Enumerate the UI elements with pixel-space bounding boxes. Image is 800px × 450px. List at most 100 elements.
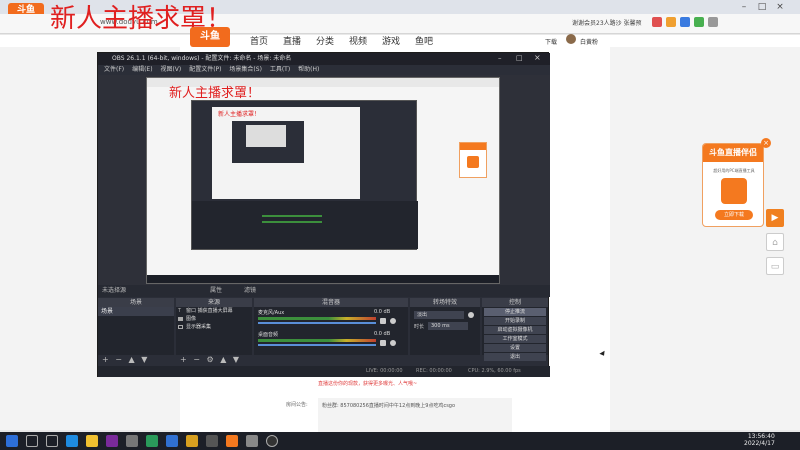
transition-settings-icon[interactable] bbox=[468, 312, 474, 318]
obs-window: OBS 26.1.1 (64-bit, windows) - 配置文件: 未命名… bbox=[97, 52, 550, 377]
nav-live[interactable]: 直播 bbox=[283, 34, 301, 47]
sources-dock-header: 来源 bbox=[176, 298, 252, 307]
app-icon[interactable] bbox=[186, 435, 198, 447]
play-icon[interactable]: ▶ bbox=[766, 209, 784, 227]
start-recording-button[interactable]: 开始录制 bbox=[484, 317, 546, 325]
obs-app-icon[interactable] bbox=[266, 435, 278, 447]
add-scene-icon[interactable]: + bbox=[102, 355, 109, 364]
nav-home[interactable]: 首页 bbox=[250, 34, 268, 47]
nav-category[interactable]: 分类 bbox=[316, 34, 334, 47]
move-down-icon[interactable]: ▼ bbox=[233, 355, 239, 364]
extension-icon[interactable] bbox=[652, 17, 662, 27]
duration-label: 时长 bbox=[414, 324, 425, 330]
move-up-icon[interactable]: ▲ bbox=[220, 355, 226, 364]
app-icon[interactable] bbox=[106, 435, 118, 447]
mic-volume-slider[interactable] bbox=[258, 322, 376, 324]
remove-scene-icon[interactable]: − bbox=[115, 355, 122, 364]
remove-source-icon[interactable]: − bbox=[193, 355, 200, 364]
obs-close-icon[interactable]: × bbox=[534, 53, 541, 62]
menu-tools[interactable]: 工具(T) bbox=[270, 66, 290, 73]
source-item[interactable]: 图像 bbox=[176, 315, 252, 323]
desktop-volume-slider[interactable] bbox=[258, 344, 376, 346]
scenes-dock-header: 场景 bbox=[98, 298, 174, 307]
source-item[interactable]: 显示器采集 bbox=[176, 323, 252, 331]
extension-icon[interactable] bbox=[666, 17, 676, 27]
douyu-app-icon[interactable] bbox=[226, 435, 238, 447]
minimize-icon[interactable]: – bbox=[738, 2, 750, 12]
close-icon[interactable]: × bbox=[774, 2, 786, 12]
obs-preview[interactable]: 新人主播求罩！ 新人主播求罩！ bbox=[98, 75, 550, 289]
nested-title-overlay: 新人主播求罩！ bbox=[169, 86, 261, 101]
scene-item[interactable]: 场景 bbox=[98, 307, 174, 316]
transitions-panel: 淡出 时长 300 ms bbox=[410, 307, 480, 355]
menu-profile[interactable]: 配置文件(P) bbox=[189, 66, 221, 73]
nested-preview: 新人主播求罩！ bbox=[212, 107, 360, 199]
promo-app-icon bbox=[721, 178, 747, 204]
menu-view[interactable]: 视图(V) bbox=[160, 66, 181, 73]
taskbar bbox=[0, 432, 800, 450]
edge-icon[interactable] bbox=[66, 435, 78, 447]
extension-icon[interactable] bbox=[694, 17, 704, 27]
transition-select[interactable]: 淡出 bbox=[414, 311, 464, 319]
duration-input[interactable]: 300 ms bbox=[428, 322, 468, 330]
move-up-icon[interactable]: ▲ bbox=[129, 355, 135, 364]
obs-title-bar: OBS 26.1.1 (64-bit, windows) - 配置文件: 未命名… bbox=[98, 53, 550, 65]
mic-track-label: 麦克风/Aux bbox=[258, 310, 285, 316]
promo-download-button[interactable]: 立即下载 bbox=[715, 210, 753, 220]
filters-button[interactable]: 滤镜 bbox=[244, 285, 256, 297]
nav-video[interactable]: 视频 bbox=[349, 34, 367, 47]
site-logo[interactable]: 斗鱼 bbox=[190, 27, 230, 47]
desktop-track-db: 0.0 dB bbox=[374, 331, 391, 337]
screen-icon[interactable]: ▭ bbox=[766, 257, 784, 275]
obs-minimize-icon[interactable]: – bbox=[498, 54, 502, 62]
properties-button[interactable]: 属性 bbox=[210, 285, 222, 297]
nav-game[interactable]: 游戏 bbox=[382, 34, 400, 47]
menu-help[interactable]: 帮助(H) bbox=[298, 66, 319, 73]
source-item[interactable]: T 窗口 捕获直播大屏幕 bbox=[176, 307, 252, 315]
promo-card[interactable]: 斗鱼直播伴侣 × 超好用的PC端直播工具 立即下载 bbox=[702, 138, 771, 227]
nested-preview-2 bbox=[246, 125, 286, 147]
stop-streaming-button[interactable]: 停止推流 bbox=[484, 308, 546, 316]
exit-button[interactable]: 退出 bbox=[484, 353, 546, 361]
app-icon[interactable] bbox=[146, 435, 158, 447]
download-link[interactable]: 下载 bbox=[545, 37, 557, 46]
move-down-icon[interactable]: ▼ bbox=[141, 355, 147, 364]
menu-scene-collection[interactable]: 场景集合(S) bbox=[229, 66, 262, 73]
folder-icon[interactable] bbox=[86, 435, 98, 447]
promo-close-icon[interactable]: × bbox=[761, 138, 771, 148]
maximize-icon[interactable]: □ bbox=[756, 2, 768, 12]
source-settings-icon[interactable]: ⚙ bbox=[207, 355, 214, 364]
announce-text: 粉丝群: 857080256直播时间中午12点到晚上9点吃鸡csgo bbox=[322, 403, 456, 409]
menu-file[interactable]: 文件(F) bbox=[104, 66, 124, 73]
text-source-icon: T bbox=[178, 308, 182, 314]
mic-mute-icon[interactable] bbox=[380, 318, 386, 324]
settings-button[interactable]: 设置 bbox=[484, 344, 546, 352]
extension-icon[interactable] bbox=[708, 17, 718, 27]
add-source-icon[interactable]: + bbox=[180, 355, 187, 364]
nested-promo-card bbox=[459, 142, 487, 178]
username[interactable]: 白黄粉 bbox=[580, 37, 598, 46]
app-icon[interactable] bbox=[166, 435, 178, 447]
mic-settings-icon[interactable] bbox=[390, 318, 396, 324]
app-icon[interactable] bbox=[206, 435, 218, 447]
nested-meter bbox=[262, 221, 322, 223]
desktop-mute-icon[interactable] bbox=[380, 340, 386, 346]
taskbar-clock[interactable]: 13:56:40 2022/4/17 bbox=[744, 433, 775, 447]
app-icon[interactable] bbox=[126, 435, 138, 447]
menu-edit[interactable]: 编辑(E) bbox=[132, 66, 152, 73]
studio-mode-button[interactable]: 工作室模式 bbox=[484, 335, 546, 343]
start-icon[interactable] bbox=[6, 435, 18, 447]
address-bar-extension-text[interactable]: 谢谢会员23人路沙 张馨预 bbox=[572, 18, 642, 27]
announce-box[interactable]: 粉丝群: 857080256直播时间中午12点到晚上9点吃鸡csgo bbox=[318, 398, 512, 432]
avatar[interactable] bbox=[566, 34, 576, 44]
cpu-fps: CPU: 2.9%, 60.00 fps bbox=[468, 368, 521, 374]
app-icon[interactable] bbox=[246, 435, 258, 447]
nav-fishbar[interactable]: 鱼吧 bbox=[415, 34, 433, 47]
virtual-camera-button[interactable]: 启动虚拟摄像机 bbox=[484, 326, 546, 334]
desktop-settings-icon[interactable] bbox=[390, 340, 396, 346]
extension-icon[interactable] bbox=[680, 17, 690, 27]
task-view-icon[interactable] bbox=[46, 435, 58, 447]
obs-maximize-icon[interactable]: □ bbox=[516, 54, 523, 62]
search-icon[interactable] bbox=[26, 435, 38, 447]
home-icon[interactable]: ⌂ bbox=[766, 233, 784, 251]
